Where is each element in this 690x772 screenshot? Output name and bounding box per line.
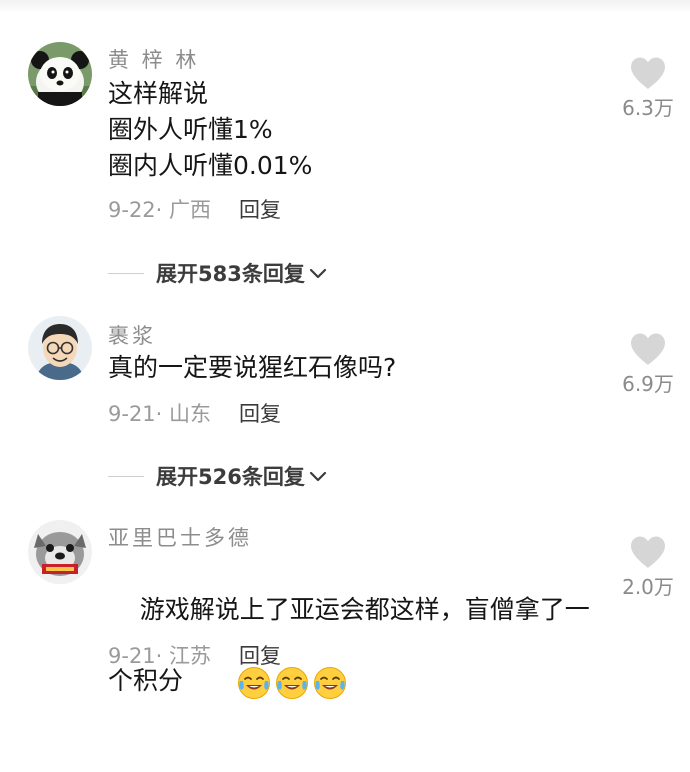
date-location: 9-21· 山东: [108, 402, 212, 426]
divider-line: [108, 272, 144, 274]
avatar[interactable]: [28, 42, 92, 106]
reply-button[interactable]: 回复: [239, 198, 281, 222]
avatar[interactable]: [28, 520, 92, 584]
expand-replies-button[interactable]: 展开526条回复: [108, 461, 327, 491]
heart-icon: [631, 333, 665, 365]
like-count: 2.0万: [622, 575, 674, 599]
like-button[interactable]: 6.9万: [610, 332, 686, 397]
username[interactable]: 裹浆: [108, 320, 156, 350]
comment-meta: 9-22· 广西 回复: [108, 194, 281, 224]
top-fade: [0, 0, 690, 14]
avatar[interactable]: [28, 316, 92, 380]
like-count: 6.3万: [622, 96, 674, 120]
laugh-cry-emoji: [237, 667, 270, 699]
comment-meta: 9-21· 山东 回复: [108, 398, 281, 428]
date-location: 9-21· 江苏: [108, 644, 212, 668]
reply-button[interactable]: 回复: [239, 644, 281, 668]
laugh-cry-emoji: [313, 667, 346, 699]
username[interactable]: 黄 梓 林: [108, 44, 199, 74]
like-button[interactable]: 6.3万: [610, 56, 686, 121]
like-count: 6.9万: [622, 372, 674, 396]
comment-meta: 9-21· 江苏 回复: [108, 640, 281, 670]
cartoon-man-avatar-image: [28, 316, 92, 380]
comment-text: 这样解说 圈外人听懂1% 圈内人听懂0.01%: [108, 79, 313, 180]
heart-icon: [631, 57, 665, 89]
divider-line: [108, 475, 144, 477]
expand-replies-label: 展开526条回复: [156, 465, 305, 489]
expand-replies-label: 展开583条回复: [156, 262, 305, 286]
laugh-cry-emoji: [275, 667, 308, 699]
heart-icon: [631, 536, 665, 568]
dog-avatar-image: [28, 520, 92, 584]
username[interactable]: 亚里巴士多德: [108, 522, 252, 552]
comment-text: 真的一定要说猩红石像吗?: [108, 353, 397, 382]
reply-button[interactable]: 回复: [239, 402, 281, 426]
chevron-down-icon: [309, 261, 327, 285]
like-button[interactable]: 2.0万: [610, 535, 686, 600]
chevron-down-icon: [309, 464, 327, 488]
expand-replies-button[interactable]: 展开583条回复: [108, 258, 327, 288]
panda-avatar-image: [28, 42, 92, 106]
date-location: 9-22· 广西: [108, 198, 212, 222]
